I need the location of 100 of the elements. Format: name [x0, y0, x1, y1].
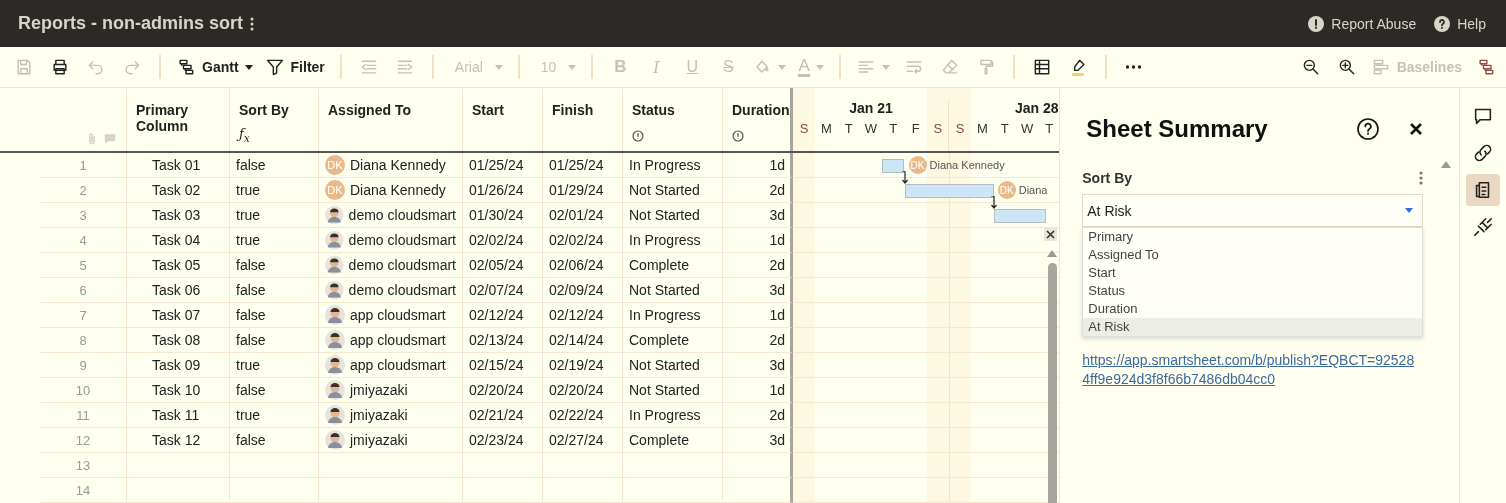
table-cell: false [230, 328, 319, 353]
table-cell: Task 12 [127, 428, 230, 453]
row-number: 14 [40, 478, 127, 503]
sheet-title: Reports - non-admins sort [18, 13, 243, 34]
table-cell: Task 08 [127, 328, 230, 353]
assignee-name: jmiyazaki [350, 407, 408, 423]
table-cell: Task 01 [127, 153, 230, 178]
column-header[interactable]: Start [472, 102, 504, 118]
help-link[interactable]: Help [1434, 15, 1486, 32]
table-cell: 02/22/24 [543, 403, 623, 428]
assignee-name: demo cloudsmart [348, 207, 456, 223]
assignee-name: Diana Kennedy [350, 157, 446, 173]
more-vertical-icon[interactable] [249, 15, 255, 32]
gantt-icon [1476, 57, 1496, 77]
summary-tab[interactable] [1466, 174, 1500, 206]
column-header[interactable]: Finish [552, 102, 594, 118]
table-cell: Not Started [623, 178, 723, 203]
table-cell: false [230, 278, 319, 303]
filter-button[interactable]: Filter [260, 51, 329, 83]
row-number: 4 [40, 228, 127, 253]
avatar-icon [325, 255, 344, 275]
caret-icon [881, 64, 890, 70]
table-cell: Task 02 [127, 178, 230, 203]
table-cell: Not Started [623, 203, 723, 228]
row-number: 2 [40, 178, 127, 203]
table-cell: Task 05 [127, 253, 230, 278]
table-cell: 02/12/24 [543, 303, 623, 328]
row-number: 11 [40, 403, 127, 428]
scroll-up-icon[interactable] [1047, 250, 1057, 257]
dropdown-option[interactable]: Status [1083, 282, 1423, 300]
table-cell: 02/02/24 [543, 228, 623, 253]
column-header[interactable]: Status [632, 102, 675, 118]
table-cell: In Progress [623, 303, 723, 328]
day-label: T [888, 121, 899, 136]
caret-icon [494, 64, 503, 70]
report-link[interactable]: Report Abuse [1308, 15, 1417, 32]
gantt-view-button[interactable]: Gantt [172, 51, 257, 83]
assignee-name: demo cloudsmart [348, 282, 456, 298]
field-label: Sort By [1082, 170, 1133, 186]
table-cell: Complete [623, 428, 723, 453]
table-cell: In Progress [623, 228, 723, 253]
assignee-name: app cloudsmart [350, 332, 446, 348]
day-label: T [1044, 121, 1055, 136]
table-cell: 02/14/24 [543, 328, 623, 353]
dropdown-option[interactable]: Primary [1083, 228, 1423, 246]
table-cell: false [230, 253, 319, 278]
column-header[interactable]: Primary Column [136, 102, 206, 134]
table-cell: 02/20/24 [543, 378, 623, 403]
table-cell: 02/09/24 [543, 278, 623, 303]
caret-icon [815, 64, 824, 70]
row-number: 1 [40, 153, 127, 178]
assignee-name: app cloudsmart [350, 307, 446, 323]
close-icon[interactable] [1044, 228, 1057, 241]
caret-icon [1405, 208, 1414, 213]
table-cell: Task 03 [127, 203, 230, 228]
day-label: W [863, 121, 879, 136]
sort-by-dropdown[interactable]: At Risk [1082, 194, 1424, 227]
published-report-link[interactable]: https://app.smartsheet.com/b/publish?EQBCT=925284ff9e924d3f8f66b7486db04cc0 [1082, 351, 1421, 389]
comment-icon [103, 132, 117, 146]
table-cell: In Progress [623, 403, 723, 428]
more-icon [1125, 65, 1143, 69]
more-vertical-icon[interactable] [1419, 171, 1424, 185]
dropdown-option[interactable]: At Risk [1083, 318, 1423, 336]
table-cell: Complete [623, 253, 723, 278]
scroll-up-icon[interactable] [1441, 161, 1452, 168]
avatar-icon [325, 430, 345, 450]
table-cell: 02/12/24 [463, 303, 543, 328]
table-cell: 01/29/24 [543, 178, 623, 203]
gantt-icon [176, 57, 196, 77]
close-icon[interactable] [1409, 122, 1424, 136]
column-header[interactable]: Assigned To [328, 102, 411, 118]
info-icon [732, 130, 744, 142]
dropdown-option[interactable]: Start [1083, 264, 1423, 282]
scrollbar[interactable] [1048, 263, 1057, 503]
table-cell: Complete [623, 328, 723, 353]
assignee-name: jmiyazaki [350, 382, 408, 398]
table-cell: Task 11 [127, 403, 230, 428]
assignee-name: jmiyazaki [350, 432, 408, 448]
column-header[interactable]: Duration [732, 102, 790, 118]
table-cell: 02/06/24 [543, 253, 623, 278]
avatar-icon [325, 280, 344, 300]
avatar-icon [325, 205, 344, 225]
dropdown-option[interactable]: Duration [1083, 300, 1423, 318]
table-cell: 01/25/24 [463, 153, 543, 178]
info-icon [632, 130, 644, 142]
table-cell: false [230, 303, 319, 328]
avatar-icon [325, 230, 344, 250]
caret-icon [778, 64, 787, 70]
day-label: S [932, 121, 944, 136]
help-icon[interactable] [1357, 118, 1380, 140]
table-cell: 02/05/24 [463, 253, 543, 278]
row-number: 8 [40, 328, 127, 353]
row-number: 6 [40, 278, 127, 303]
column-header[interactable]: Sort By [239, 102, 289, 118]
day-label: F [910, 121, 921, 136]
dropdown-option[interactable]: Assigned To [1083, 246, 1423, 264]
table-cell: true [230, 403, 319, 428]
table-cell: Task 09 [127, 353, 230, 378]
caret-icon [568, 64, 577, 70]
row-number: 13 [40, 453, 127, 478]
